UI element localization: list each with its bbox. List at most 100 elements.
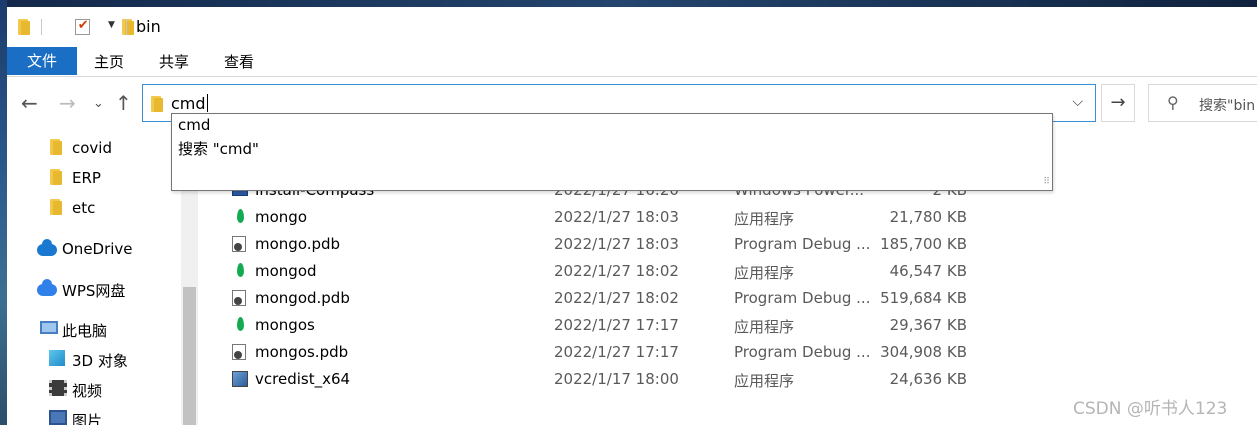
tab-home[interactable]: 主页	[94, 47, 124, 75]
file-row-mongod-pdb[interactable]: mongod.pdb 2022/1/27 18:02 Program Debug…	[202, 285, 1257, 312]
sidebar-item-label: etc	[72, 199, 96, 217]
file-row-mongos-pdb[interactable]: mongos.pdb 2022/1/27 17:17 Program Debug…	[202, 339, 1257, 366]
mongodb-leaf-icon	[232, 209, 248, 226]
file-date: 2022/1/17 18:00	[554, 370, 679, 388]
file-date: 2022/1/27 17:17	[554, 343, 679, 361]
wps-cloud-icon	[37, 279, 57, 296]
sidebar-item-label: covid	[72, 139, 112, 157]
folder-icon	[151, 96, 165, 112]
text-caret	[206, 94, 208, 112]
pdb-file-icon	[232, 236, 248, 253]
file-size: 185,700 KB	[880, 235, 967, 253]
sidebar-item-3d-objects[interactable]: 3D 对象	[49, 350, 128, 370]
title-bar: ▼ bin	[7, 7, 1257, 45]
sidebar-item-covid[interactable]: covid	[50, 139, 112, 159]
file-row-mongos[interactable]: mongos 2022/1/27 17:17 应用程序 29,367 KB	[202, 312, 1257, 339]
sidebar-item-etc[interactable]: etc	[50, 199, 95, 219]
suggestion-search-item[interactable]: 搜索 "cmd"	[178, 138, 259, 159]
file-date: 2022/1/27 18:03	[554, 208, 679, 226]
onedrive-cloud-icon	[37, 239, 57, 256]
suggestion-item[interactable]: cmd	[178, 116, 210, 134]
file-type: Program Debug ...	[734, 289, 871, 307]
file-date: 2022/1/27 17:17	[554, 316, 679, 334]
file-date: 2022/1/27 18:03	[554, 235, 679, 253]
tab-file[interactable]: 文件	[7, 47, 77, 75]
window-title: bin	[136, 17, 161, 36]
pdb-file-icon	[232, 290, 248, 307]
properties-checkbox-icon[interactable]	[74, 18, 90, 35]
tab-share[interactable]: 共享	[159, 47, 189, 75]
recent-locations-chevron-icon[interactable]: ⌄	[93, 96, 104, 111]
sidebar-item-wps[interactable]: WPS网盘	[37, 279, 125, 300]
sidebar-item-erp[interactable]: ERP	[50, 169, 101, 189]
resize-grip-icon[interactable]: ⠿	[1043, 177, 1050, 187]
sidebar-scrollbar-thumb[interactable]	[183, 287, 196, 425]
forward-arrow-icon[interactable]: →	[59, 91, 76, 115]
file-explorer-window: ▼ bin 文件 主页 共享 查看 ← → ⌄ ↑ cmd ⌵ → ⚲ 搜索"b…	[7, 7, 1257, 425]
address-suggestions-dropdown: cmd 搜索 "cmd" ⠿	[171, 113, 1053, 191]
watermark-text: CSDN @听书人123	[1073, 399, 1228, 419]
file-size: 519,684 KB	[880, 289, 967, 307]
sidebar-item-this-pc[interactable]: 此电脑	[40, 320, 107, 340]
right-arrow-icon: →	[1110, 92, 1126, 113]
file-size: 304,908 KB	[880, 343, 967, 361]
file-row-vcredist[interactable]: vcredist_x64 2022/1/17 18:00 应用程序 24,636…	[202, 366, 1257, 393]
sidebar-item-label: 视频	[72, 382, 103, 400]
file-name: mongo	[255, 208, 307, 226]
file-name: mongos.pdb	[255, 343, 349, 361]
mongodb-leaf-icon	[232, 317, 248, 334]
file-name: mongos	[255, 316, 315, 334]
file-size: 24,636 KB	[889, 370, 967, 388]
address-input[interactable]: cmd	[171, 94, 208, 113]
file-row-mongo[interactable]: mongo 2022/1/27 18:03 应用程序 21,780 KB	[202, 204, 1257, 231]
back-arrow-icon[interactable]: ←	[21, 91, 38, 115]
sidebar-item-label: 图片	[72, 412, 103, 425]
file-type: 应用程序	[734, 318, 795, 336]
file-type: Program Debug ...	[734, 235, 871, 253]
ribbon-tabs: 文件 主页 共享 查看	[7, 47, 1257, 77]
desktop-background	[0, 0, 1257, 7]
file-row-mongo-pdb[interactable]: mongo.pdb 2022/1/27 18:03 Program Debug …	[202, 231, 1257, 258]
folder-icon	[50, 169, 64, 185]
sidebar-item-label: WPS网盘	[62, 282, 126, 300]
folder-icon	[50, 139, 64, 155]
sidebar-item-label: 此电脑	[62, 322, 108, 340]
file-type: 应用程序	[734, 264, 795, 282]
file-date: 2022/1/27 18:02	[554, 262, 679, 280]
file-size: 21,780 KB	[889, 208, 967, 226]
pictures-icon	[49, 410, 67, 425]
file-row-mongod[interactable]: mongod 2022/1/27 18:02 应用程序 46,547 KB	[202, 258, 1257, 285]
sidebar-item-label: 3D 对象	[72, 352, 128, 370]
quick-access-dropdown-icon[interactable]: ▼	[108, 20, 115, 30]
sidebar-item-label: OneDrive	[62, 240, 133, 258]
desktop-background-edge	[0, 0, 7, 425]
file-type: 应用程序	[734, 372, 795, 390]
file-size: 29,367 KB	[889, 316, 967, 334]
pdb-file-icon	[232, 344, 248, 361]
folder-icon	[50, 199, 64, 215]
file-name: vcredist_x64	[255, 370, 351, 388]
divider	[126, 19, 127, 35]
search-input[interactable]: 搜索"bin	[1199, 95, 1255, 115]
sidebar-item-pictures[interactable]: 图片	[49, 410, 102, 425]
tab-view[interactable]: 查看	[224, 47, 254, 75]
up-arrow-icon[interactable]: ↑	[115, 91, 132, 115]
video-icon	[49, 380, 67, 396]
search-box[interactable]: ⚲ 搜索"bin	[1148, 84, 1257, 122]
go-arrow-button[interactable]: →	[1101, 84, 1135, 122]
3d-objects-icon	[49, 350, 65, 366]
address-history-chevron-icon[interactable]: ⌵	[1072, 94, 1083, 110]
folder-icon	[18, 19, 32, 35]
file-name: mongod	[255, 262, 317, 280]
file-size: 46,547 KB	[889, 262, 967, 280]
file-name: mongod.pdb	[255, 289, 350, 307]
file-type: Program Debug ...	[734, 343, 871, 361]
search-icon: ⚲	[1167, 93, 1179, 112]
navigation-pane: covid ERP etc OneDrive WPS网盘 此电脑 3D 对象 视…	[7, 127, 181, 425]
new-folder-icon[interactable]	[121, 19, 136, 35]
sidebar-item-label: ERP	[72, 169, 101, 187]
computer-icon	[40, 321, 58, 334]
sidebar-item-onedrive[interactable]: OneDrive	[37, 239, 133, 260]
file-date: 2022/1/27 18:02	[554, 289, 679, 307]
sidebar-item-videos[interactable]: 视频	[49, 380, 102, 400]
